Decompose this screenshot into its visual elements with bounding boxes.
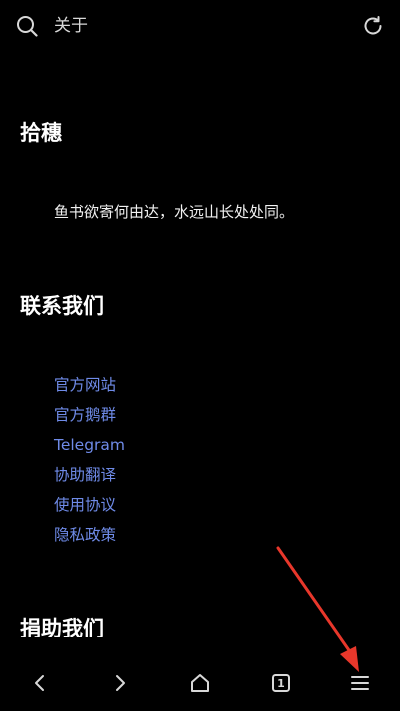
link-official-website[interactable]: 官方网站 [54,376,116,394]
back-icon [30,673,50,693]
link-official-group[interactable]: 官方鹅群 [54,406,116,424]
section-heading-shisui: 拾穗 [20,121,62,145]
app-screen: 关于 拾穗 鱼书欲寄何由达，水远山长处处同。 联系我们 官方网站 官方鹅群 Te… [2,0,398,711]
forward-icon [110,673,130,693]
link-privacy-policy[interactable]: 隐私政策 [54,526,116,544]
about-content: 拾穗 鱼书欲寄何由达，水远山长处处同。 联系我们 官方网站 官方鹅群 Teleg… [2,52,398,637]
refresh-icon[interactable] [362,15,384,37]
list-item: 官方网站 [54,374,125,404]
list-item: Telegram [54,434,125,464]
page-title: 关于 [54,16,88,36]
section-heading-contact: 联系我们 [20,294,104,318]
link-help-translate[interactable]: 协助翻译 [54,466,116,484]
contact-links: 官方网站 官方鹅群 Telegram 协助翻译 使用协议 隐私政策 [54,374,125,554]
link-terms-of-use[interactable]: 使用协议 [54,496,116,514]
top-bar: 关于 [2,0,398,52]
link-telegram[interactable]: Telegram [54,436,125,454]
home-button[interactable] [182,665,218,701]
list-item: 官方鹅群 [54,404,125,434]
list-item: 协助翻译 [54,464,125,494]
home-icon [189,672,211,694]
search-icon[interactable] [16,15,38,37]
quote-text: 鱼书欲寄何由达，水远山长处处同。 [54,203,295,221]
menu-icon [349,672,371,694]
tabs-button[interactable]: 1 [263,665,299,701]
list-item: 隐私政策 [54,524,125,554]
tab-count: 1 [277,676,285,690]
bottom-nav: 1 [2,653,398,711]
list-item: 使用协议 [54,494,125,524]
back-button[interactable] [22,665,58,701]
forward-button[interactable] [102,665,138,701]
menu-button[interactable] [342,665,378,701]
section-heading-donate: 捐助我们 [20,617,104,637]
